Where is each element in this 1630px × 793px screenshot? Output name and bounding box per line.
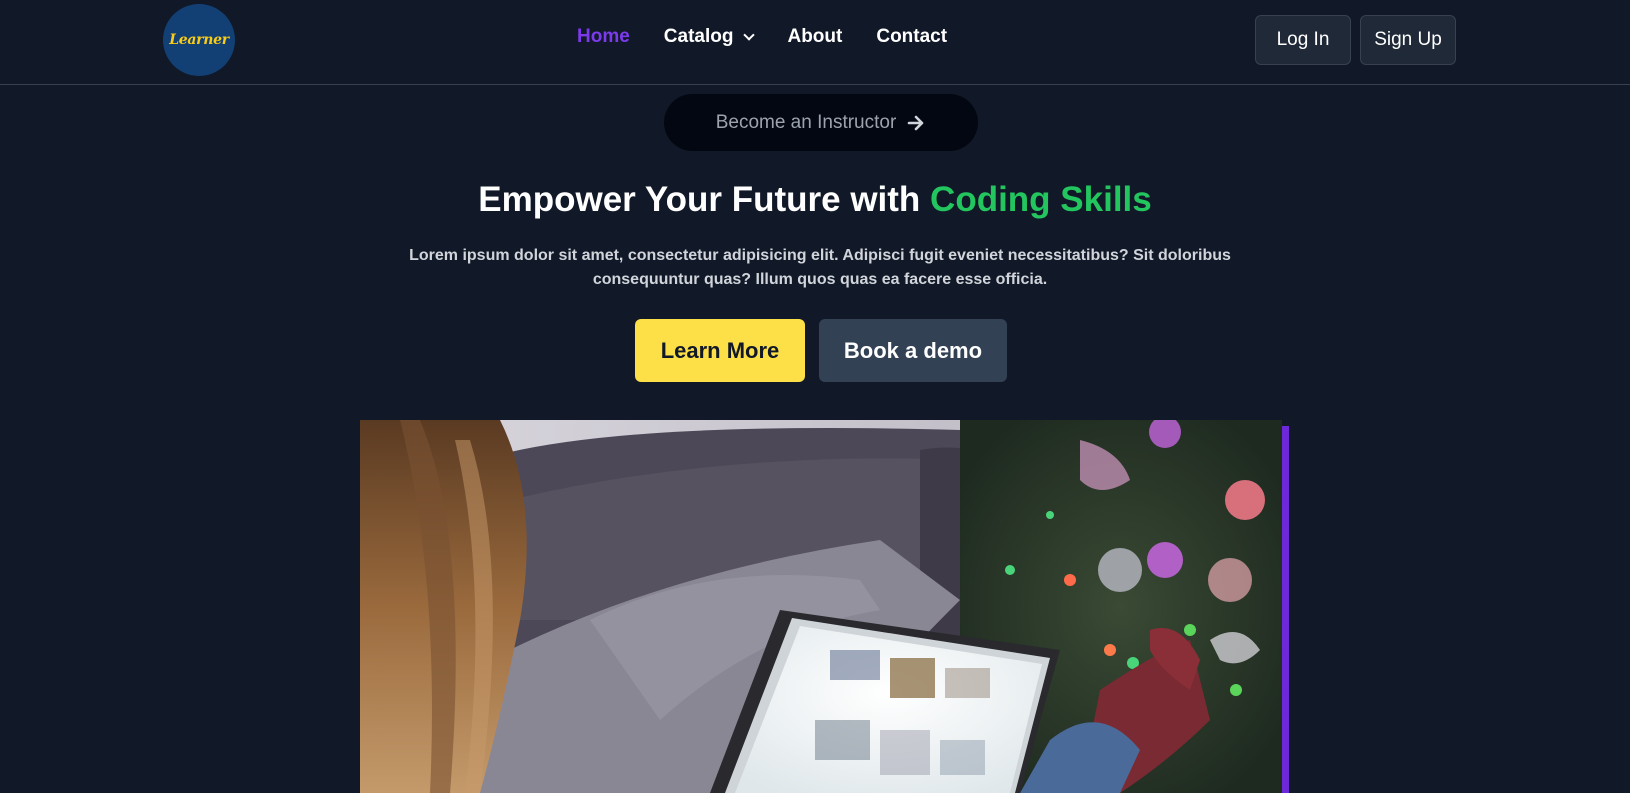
signup-button[interactable]: Sign Up: [1360, 15, 1456, 65]
nav-item-catalog-label: Catalog: [663, 26, 734, 47]
become-instructor-label: Become an Instructor: [715, 111, 897, 133]
hero-headline-prefix: Empower Your Future with: [478, 180, 931, 219]
nav-item-home-label: Home: [577, 26, 630, 47]
hero-headline-highlight: Coding Skills: [930, 180, 1152, 219]
navbar: Learner Home Catalog About Contact Log I…: [0, 0, 1630, 85]
nav-links: Home Catalog About Contact: [577, 24, 981, 50]
nav-item-contact[interactable]: Contact: [876, 26, 947, 48]
hero-accent-bar: [1282, 426, 1289, 793]
hero-photo: [360, 420, 1282, 793]
login-button[interactable]: Log In: [1255, 15, 1351, 65]
logo[interactable]: Learner: [163, 4, 235, 76]
nav-item-home[interactable]: Home: [577, 26, 630, 48]
hero-description: Lorem ipsum dolor sit amet, consectetur …: [409, 247, 1231, 288]
nav-item-contact-label: Contact: [876, 26, 948, 47]
become-instructor-button[interactable]: Become an Instructor: [664, 94, 978, 151]
nav-item-about[interactable]: About: [787, 26, 842, 48]
hero-image: [360, 420, 1282, 793]
hero-headline: Empower Your Future with Coding Skills: [0, 180, 1630, 220]
nav-item-about-label: About: [787, 26, 843, 47]
logo-text: Learner: [169, 32, 229, 48]
book-demo-button[interactable]: Book a demo: [819, 319, 1007, 382]
chevron-down-icon: [743, 28, 756, 41]
arrow-right-icon: [907, 115, 924, 130]
learn-more-button[interactable]: Learn More: [635, 319, 805, 382]
nav-item-catalog[interactable]: Catalog: [663, 26, 756, 48]
